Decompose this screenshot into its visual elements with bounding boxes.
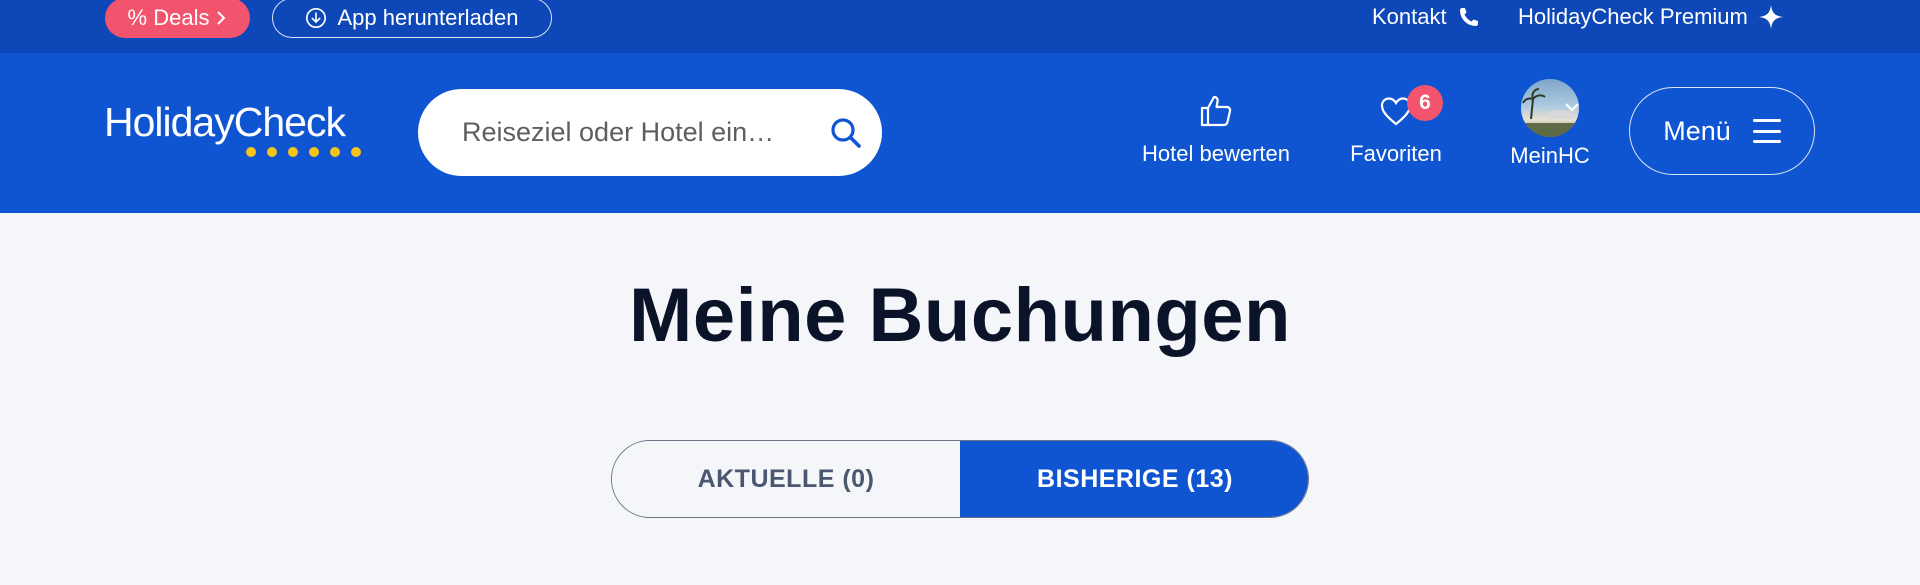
top-bar: % Deals App herunterladen Kontakt Holida… [0,0,1920,53]
holidaycheck-logo[interactable]: HolidayCheck [104,101,364,161]
favorites-button[interactable]: 6 Favoriten [1343,53,1449,213]
search-icon[interactable] [828,115,864,151]
page-title: Meine Buchungen [629,273,1291,358]
chevron-right-icon [217,11,226,25]
kontakt-label: Kontakt [1372,4,1447,29]
tab-past-bookings[interactable]: BISHERIGE (13) [960,441,1308,517]
thumbs-up-icon [1198,91,1234,131]
logo-text: HolidayCheck [104,99,346,145]
search-box[interactable] [418,89,882,176]
phone-icon [1459,8,1478,26]
favorites-label: Favoriten [1350,141,1442,166]
sparkle-icon [1758,5,1783,29]
hotel-rate-label: Hotel bewerten [1142,141,1290,166]
hamburger-icon [1752,119,1781,143]
mein-hc-label: MeinHC [1510,143,1590,168]
mein-hc-button[interactable]: MeinHC [1490,53,1610,213]
download-icon [306,8,327,28]
search-input[interactable] [462,117,812,148]
menu-label: Menü [1663,115,1731,146]
hotel-rate-button[interactable]: Hotel bewerten [1130,53,1302,213]
menu-button[interactable]: Menü [1629,87,1815,175]
main-header: HolidayCheck Hotel bewerten 6 Favoriten … [0,53,1920,213]
premium-link[interactable]: HolidayCheck Premium [1518,0,1784,34]
kontakt-link[interactable]: Kontakt [1372,0,1481,34]
bookings-tab-switch: AKTUELLE (0) BISHERIGE (13) [611,440,1309,518]
premium-label: HolidayCheck Premium [1518,4,1748,29]
app-download-label: App herunterladen [337,5,519,30]
app-download-button[interactable]: App herunterladen [272,0,552,38]
deals-label: % Deals [127,5,210,30]
deals-button[interactable]: % Deals [105,0,250,38]
favorites-count-badge: 6 [1407,85,1443,121]
chevron-down-icon [1565,103,1579,112]
logo-dots [246,147,364,157]
tab-current-bookings[interactable]: AKTUELLE (0) [612,441,960,517]
